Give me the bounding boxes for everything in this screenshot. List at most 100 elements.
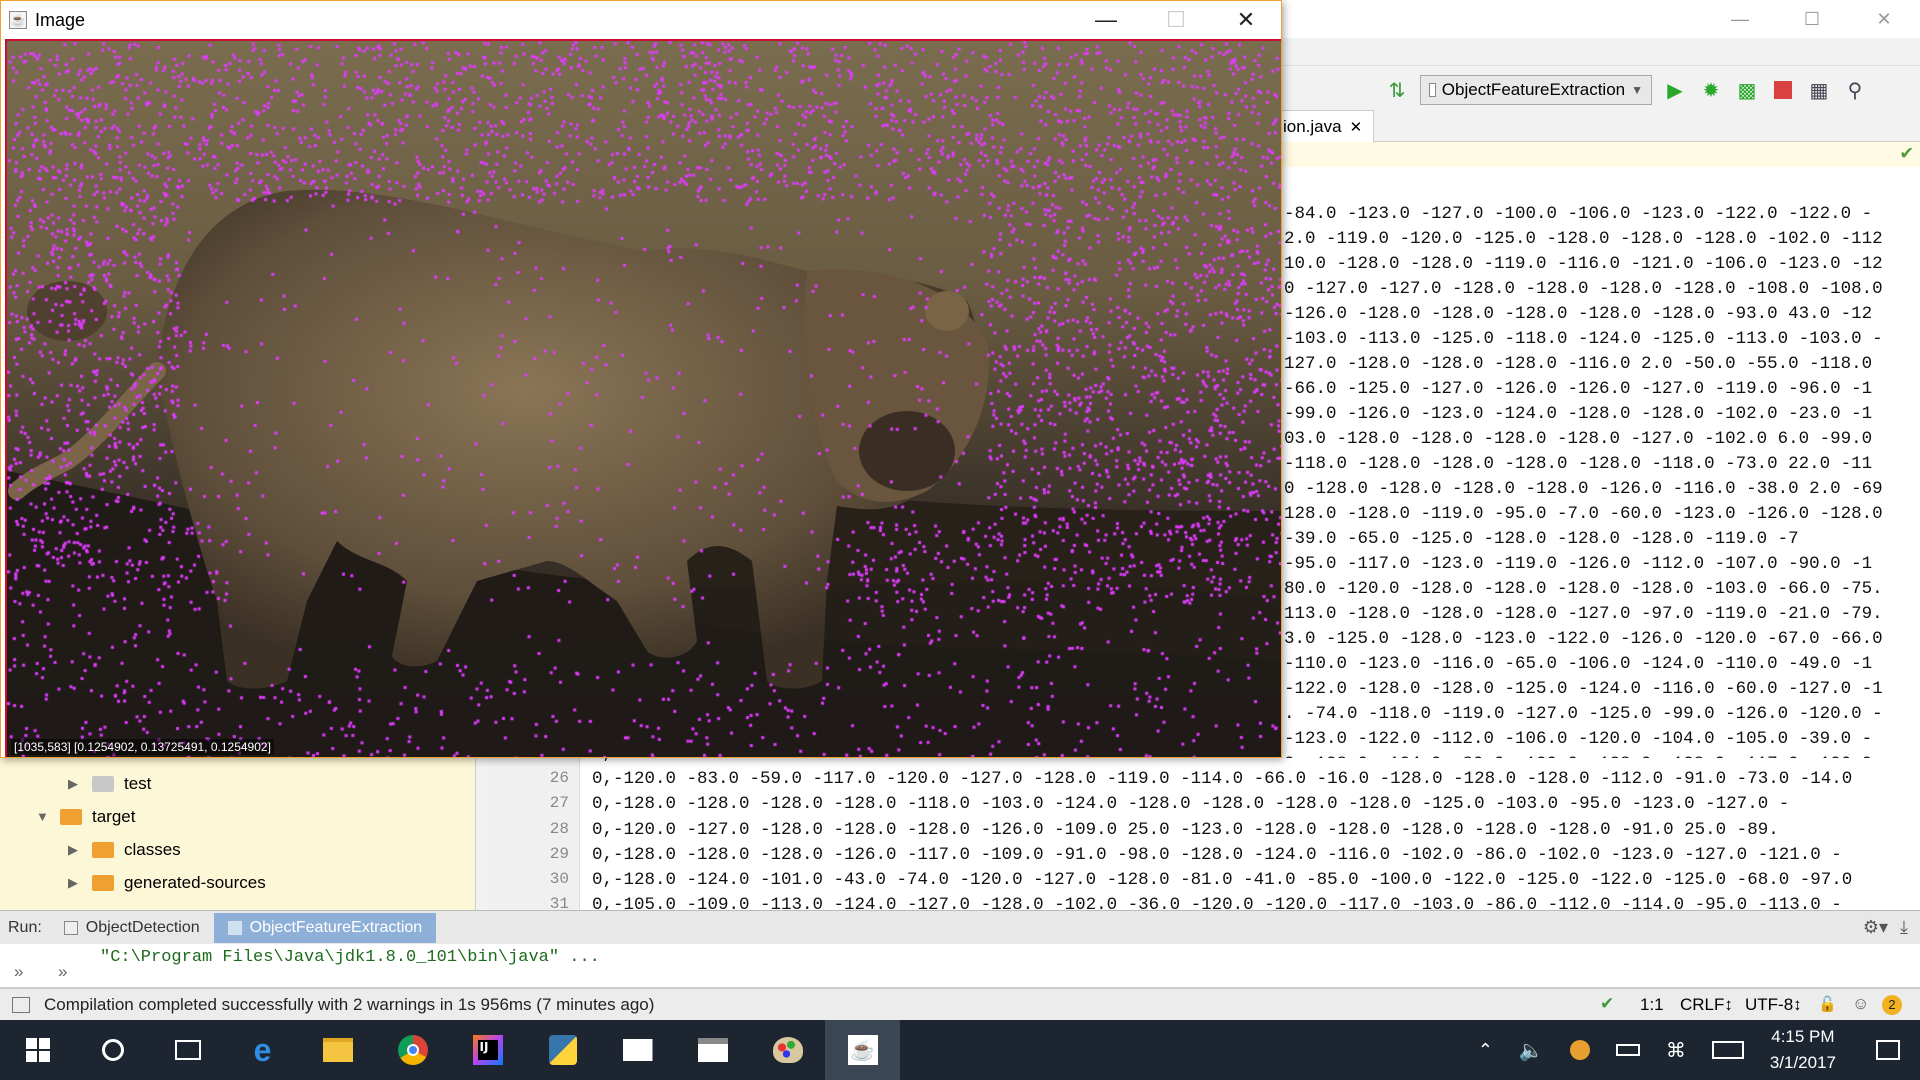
wifi-icon[interactable]: ⌘: [1666, 1038, 1686, 1063]
code-line: 0,-128.0 -128.0 -87.0 -64.0 -112.0 -117.…: [592, 758, 1852, 767]
keyboard-icon[interactable]: [1711, 1041, 1744, 1059]
taskbar-java[interactable]: ☕: [825, 1020, 900, 1080]
maximize-icon[interactable]: ☐: [1141, 1, 1211, 39]
close-icon[interactable]: ✕: [1350, 118, 1363, 136]
tab-java-file[interactable]: ion.java ✕: [1280, 110, 1374, 142]
code-editor[interactable]: -84.0 -123.0 -127.0 -100.0 -106.0 -123.0…: [1280, 142, 1920, 758]
taskbar-paint[interactable]: [750, 1020, 825, 1080]
ide-toolbar: ⇅ ObjectFeatureExtraction ▼ ▶ ✹ ▩ ▦ ⚲: [1280, 70, 1920, 110]
edge-icon: e: [253, 1031, 272, 1068]
code-line: 127.0 -128.0 -128.0 -128.0 -116.0 2.0 -5…: [1284, 354, 1873, 374]
run-config-select[interactable]: ObjectFeatureExtraction ▼: [1420, 75, 1652, 105]
taskbar-file-explorer[interactable]: [300, 1020, 375, 1080]
code-line: -126.0 -128.0 -128.0 -128.0 -128.0 -128.…: [1284, 304, 1873, 324]
line-separator[interactable]: CRLF↕: [1680, 995, 1733, 1015]
image-canvas[interactable]: [1035,583] [0.1254902, 0.13725491, 0.125…: [5, 39, 1281, 757]
line-number: 26: [549, 769, 569, 788]
code-line: 2.0 -119.0 -120.0 -125.0 -128.0 -128.0 -…: [1284, 229, 1883, 249]
debug-icon[interactable]: ✹: [1698, 77, 1724, 103]
chrome-icon: [397, 1035, 428, 1065]
tree-item-target[interactable]: ▼ target: [36, 800, 135, 833]
code-line: 128.0 -128.0 -119.0 -95.0 -7.0 -60.0 -12…: [1284, 504, 1883, 524]
run-config-label: ObjectFeatureExtraction: [1441, 80, 1626, 99]
run-tab-label: ObjectFeatureExtraction: [249, 918, 423, 936]
taskbar-chrome[interactable]: [375, 1020, 450, 1080]
run-tool-window-bar: Run: ObjectDetection ObjectFeatureExtrac…: [0, 910, 1920, 944]
run-config-icon: [63, 920, 78, 935]
code-line: -84.0 -123.0 -127.0 -100.0 -106.0 -123.0…: [1284, 204, 1873, 224]
code-line: 0,-105.0 -109.0 -113.0 -124.0 -127.0 -12…: [592, 895, 1842, 910]
volume-icon[interactable]: 🔈: [1519, 1038, 1544, 1063]
code-line: -95.0 -117.0 -123.0 -119.0 -126.0 -112.0…: [1284, 554, 1873, 574]
cortana-button[interactable]: [75, 1020, 150, 1080]
battery-icon[interactable]: [1615, 1044, 1640, 1056]
taskbar-python[interactable]: [525, 1020, 600, 1080]
project-tree: resources ▶ test ▼ target ▶ classes ▶ ge…: [0, 750, 476, 910]
line-number: 29: [549, 844, 569, 863]
close-icon[interactable]: ✕: [1848, 0, 1920, 38]
intellij-icon: IJ: [472, 1035, 503, 1065]
notification-badge[interactable]: 2: [1882, 995, 1902, 1015]
task-view-button[interactable]: [150, 1020, 225, 1080]
run-tab-object-detection[interactable]: ObjectDetection: [50, 913, 214, 943]
code-line: 3.0 -125.0 -128.0 -123.0 -122.0 -126.0 -…: [1284, 629, 1883, 649]
code-line: . -74.0 -118.0 -119.0 -127.0 -125.0 -99.…: [1284, 704, 1883, 724]
tree-item-label: classes: [124, 839, 181, 859]
chrome-tray-icon[interactable]: [1569, 1040, 1590, 1060]
run-label: Run:: [8, 918, 42, 936]
code-editor-lower[interactable]: 0,-128.0 -128.0 -87.0 -64.0 -112.0 -117.…: [580, 758, 1920, 910]
expand-arrow-icon[interactable]: ▶: [68, 875, 82, 891]
minimize-icon[interactable]: —: [1071, 1, 1141, 39]
code-line: -39.0 -65.0 -125.0 -128.0 -128.0 -128.0 …: [1284, 529, 1799, 549]
coverage-icon[interactable]: ▩: [1734, 77, 1760, 103]
search-icon[interactable]: ⚲: [1842, 77, 1868, 103]
console-output[interactable]: » » "C:\Program Files\Java\jdk1.8.0_101\…: [0, 944, 1920, 988]
expand-left-icon[interactable]: »: [58, 962, 67, 982]
close-icon[interactable]: ✕: [1211, 1, 1281, 39]
settings-icon[interactable]: ⚙▾: [1863, 917, 1888, 938]
stop-icon[interactable]: [1770, 77, 1796, 103]
action-center-icon[interactable]: [1876, 1040, 1900, 1060]
editor-tabs: ion.java ✕: [1280, 110, 1920, 142]
start-button[interactable]: [0, 1020, 75, 1080]
expand-left-icon[interactable]: »: [14, 962, 23, 982]
expand-arrow-icon[interactable]: ▶: [68, 776, 82, 792]
taskbar-mail[interactable]: [600, 1020, 675, 1080]
taskbar-movies[interactable]: [675, 1020, 750, 1080]
tree-item-test[interactable]: ▶ test: [68, 767, 151, 800]
code-line: 0,-128.0 -124.0 -101.0 -43.0 -74.0 -120.…: [592, 870, 1853, 890]
image-window-titlebar[interactable]: ☕ Image — ☐ ✕: [1, 1, 1281, 39]
python-icon: [548, 1035, 577, 1065]
caret-position[interactable]: 1:1: [1640, 995, 1664, 1015]
inspection-icon[interactable]: ✔: [1600, 994, 1614, 1014]
code-line: 0,-120.0 -83.0 -59.0 -117.0 -120.0 -127.…: [592, 769, 1853, 790]
download-icon[interactable]: ⤓: [1900, 917, 1908, 938]
code-line: -103.0 -113.0 -125.0 -118.0 -124.0 -125.…: [1284, 329, 1883, 349]
run-icon[interactable]: ▶: [1662, 77, 1688, 103]
tree-item-classes[interactable]: ▶ classes: [68, 833, 181, 866]
chevron-up-icon[interactable]: ⌃: [1478, 1040, 1493, 1061]
tree-item-generated-sources[interactable]: ▶ generated-sources: [68, 866, 266, 899]
keypoint-overlay: [7, 41, 1281, 757]
maximize-icon[interactable]: ☐: [1776, 0, 1848, 38]
system-tray: ⌃ 🔈 ⌘ 4:15 PM 3/1/2017: [1478, 1020, 1920, 1080]
project-structure-icon[interactable]: ▦: [1806, 77, 1832, 103]
status-message: Compilation completed successfully with …: [44, 994, 655, 1014]
code-line: -110.0 -123.0 -116.0 -65.0 -106.0 -124.0…: [1284, 654, 1873, 674]
clock-date: 3/1/2017: [1769, 1053, 1836, 1072]
collapse-arrow-icon[interactable]: ▼: [36, 809, 50, 824]
minimize-icon[interactable]: —: [1704, 0, 1776, 38]
taskbar-intellij[interactable]: IJ: [450, 1020, 525, 1080]
run-tab-object-feature-extraction[interactable]: ObjectFeatureExtraction: [213, 912, 437, 943]
panel-toggle-icon[interactable]: [12, 996, 30, 1013]
run-config-icon: [227, 920, 242, 935]
folder-icon: [92, 841, 114, 858]
paint-icon: [772, 1037, 803, 1063]
sort-icon[interactable]: ⇅: [1384, 77, 1410, 103]
taskbar-edge[interactable]: e: [225, 1020, 300, 1080]
clock[interactable]: 4:15 PM 3/1/2017: [1770, 1024, 1836, 1076]
file-encoding[interactable]: UTF-8↕: [1745, 995, 1802, 1015]
expand-arrow-icon[interactable]: ▶: [68, 842, 82, 858]
hector-icon[interactable]: ☺: [1852, 994, 1869, 1014]
lock-icon[interactable]: 🔓: [1818, 995, 1837, 1013]
